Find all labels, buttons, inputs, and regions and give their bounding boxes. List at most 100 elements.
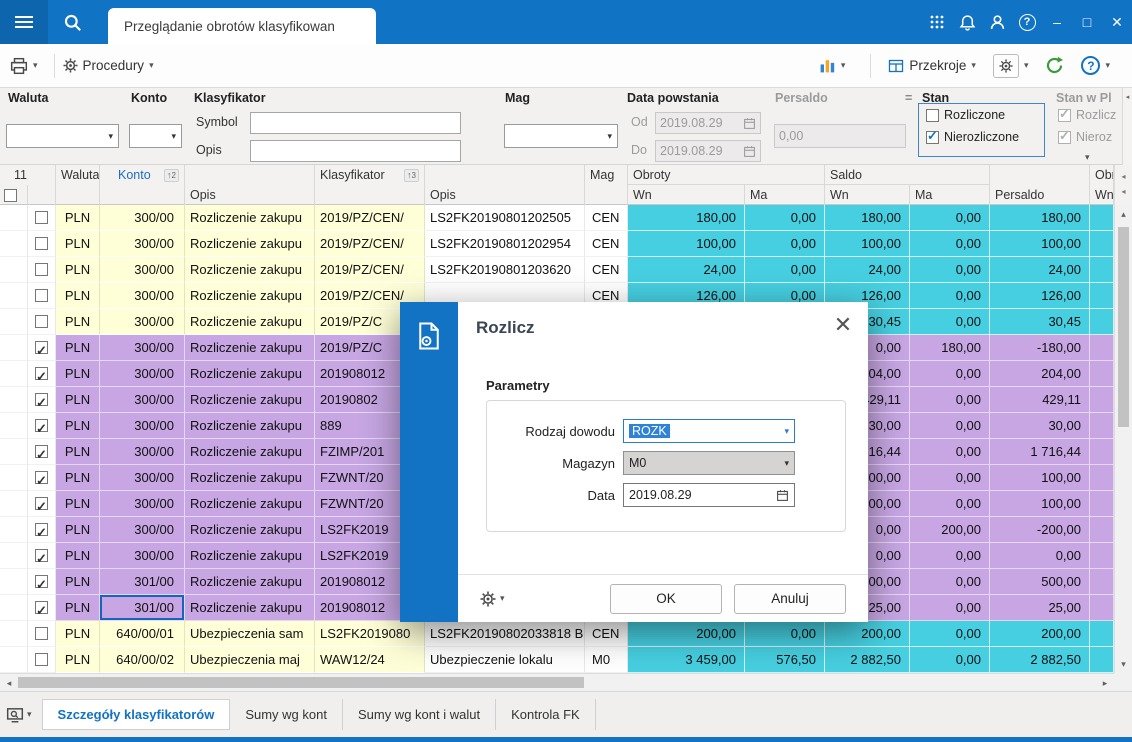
cell-per[interactable]: 100,00 (990, 491, 1090, 517)
cell-obr2[interactable] (1090, 517, 1114, 543)
horizontal-scroll-thumb[interactable] (18, 677, 584, 688)
cell-salma[interactable]: 0,00 (910, 569, 990, 595)
ok-button[interactable]: OK (610, 583, 722, 614)
cell-obr2[interactable] (1090, 231, 1114, 257)
cell-obrma[interactable]: 0,00 (745, 231, 825, 257)
row-checkbox[interactable] (35, 338, 48, 360)
cell-obr2[interactable] (1090, 543, 1114, 569)
cell-per[interactable]: 100,00 (990, 465, 1090, 491)
column-header-obr-truncated[interactable]: Obr (1090, 165, 1114, 185)
cell-wal[interactable]: PLN (56, 647, 100, 673)
cell-opis[interactable]: Rozliczenie zakupu (185, 309, 315, 335)
cell-opis2[interactable]: LS2FK20190802033818 BC (425, 621, 585, 647)
column-header-opis[interactable]: Opis (185, 185, 315, 205)
cell-opis2[interactable]: LS2FK20190801202505 (425, 205, 585, 231)
cell-chk[interactable] (28, 595, 56, 621)
cell-opis2[interactable]: LS2FK20190801203620 (425, 257, 585, 283)
user-account-button[interactable] (982, 0, 1012, 44)
nierozliczone-checkbox[interactable] (926, 128, 939, 144)
view-options-button[interactable]: ▾ (6, 706, 32, 724)
cell-opis[interactable]: Rozliczenie zakupu (185, 595, 315, 621)
cell-chk[interactable] (28, 413, 56, 439)
cell-wal[interactable]: PLN (56, 231, 100, 257)
cell-chk[interactable] (28, 283, 56, 309)
scroll-left-icon[interactable]: ◂ (0, 674, 18, 692)
cell-wal[interactable]: PLN (56, 517, 100, 543)
cell-mag[interactable]: CEN (585, 205, 628, 231)
table-row[interactable]: PLN 300/00 Rozliczenie zakupu 2019/PZ/CEN/L… (0, 205, 1114, 231)
cell-konto[interactable]: 300/00 (100, 231, 185, 257)
cell-per[interactable]: 0,00 (990, 543, 1090, 569)
chart-view-button[interactable]: ▾ (819, 57, 845, 74)
apps-grid-button[interactable] (922, 0, 952, 44)
opis-filter-input[interactable] (250, 140, 461, 162)
cell-salma[interactable]: 0,00 (910, 205, 990, 231)
tab-sumy-wg-kont-i-walut[interactable]: Sumy wg kont i walut (343, 699, 497, 730)
column-group-saldo[interactable]: Saldo (825, 165, 990, 185)
cell-obrwn[interactable]: 24,00 (628, 257, 745, 283)
cell-obr2[interactable] (1090, 647, 1114, 673)
hamburger-menu-button[interactable] (0, 0, 48, 44)
cell-opis[interactable]: Rozliczenie zakupu (185, 335, 315, 361)
cell-obrma[interactable]: 0,00 (745, 621, 825, 647)
cell-chk[interactable] (28, 569, 56, 595)
cell-konto[interactable]: 300/00 (100, 543, 185, 569)
cell-ind[interactable] (0, 361, 28, 387)
cell-per[interactable]: 30,00 (990, 413, 1090, 439)
cell-ind[interactable] (0, 647, 28, 673)
row-checkbox[interactable] (35, 390, 48, 412)
row-checkbox[interactable] (35, 598, 48, 620)
cell-obr2[interactable] (1090, 309, 1114, 335)
cell-konto[interactable]: 300/00 (100, 491, 185, 517)
cell-opis[interactable]: Rozliczenie zakupu (185, 543, 315, 569)
row-checkbox[interactable] (35, 627, 48, 640)
cell-konto[interactable]: 300/00 (100, 517, 185, 543)
dialog-options-button[interactable]: ▾ (480, 591, 505, 607)
cell-konto[interactable]: 300/00 (100, 205, 185, 231)
select-all-checkbox[interactable] (4, 188, 17, 202)
close-window-button[interactable]: ✕ (1102, 0, 1132, 44)
do-date-input[interactable]: 2019.08.29 (655, 140, 761, 162)
cell-salma[interactable]: 0,00 (910, 309, 990, 335)
context-help-button[interactable]: ? ▾ (1081, 56, 1110, 75)
minimize-button[interactable]: – (1042, 0, 1072, 44)
equals-operator-icon[interactable]: = (905, 91, 912, 105)
cell-opis[interactable]: Rozliczenie zakupu (185, 283, 315, 309)
cell-ind[interactable] (0, 569, 28, 595)
cell-ind[interactable] (0, 205, 28, 231)
cell-obr2[interactable] (1090, 257, 1114, 283)
column-header-obroty-wn[interactable]: Wn (628, 185, 745, 205)
column-header-saldo-wn[interactable]: Wn (825, 185, 910, 205)
rodzaj-dowodu-select[interactable]: ROZK ▾ (623, 419, 795, 443)
cell-wal[interactable]: PLN (56, 543, 100, 569)
cell-opis[interactable]: Rozliczenie zakupu (185, 413, 315, 439)
row-checkbox[interactable] (35, 572, 48, 594)
column-header-obr-wn[interactable]: Wn (1090, 185, 1114, 205)
cell-chk[interactable] (28, 621, 56, 647)
cell-per[interactable]: 200,00 (990, 621, 1090, 647)
konto-filter-combo[interactable]: ▾ (129, 124, 182, 148)
od-date-input[interactable]: 2019.08.29 (655, 112, 761, 134)
cell-chk[interactable] (28, 491, 56, 517)
cell-konto[interactable]: 300/00 (100, 465, 185, 491)
cell-salwn[interactable]: 2 882,50 (825, 647, 910, 673)
cell-chk[interactable] (28, 205, 56, 231)
cell-chk[interactable] (28, 361, 56, 387)
vertical-scroll-thumb[interactable] (1118, 227, 1129, 427)
cell-konto[interactable]: 300/00 (100, 387, 185, 413)
cell-salma[interactable]: 0,00 (910, 413, 990, 439)
cell-obrwn[interactable]: 100,00 (628, 231, 745, 257)
notifications-button[interactable] (952, 0, 982, 44)
cell-salma[interactable]: 0,00 (910, 361, 990, 387)
cell-salma[interactable]: 0,00 (910, 465, 990, 491)
cell-salma[interactable]: 0,00 (910, 231, 990, 257)
cell-obr2[interactable] (1090, 413, 1114, 439)
cell-ind[interactable] (0, 517, 28, 543)
column-header-konto[interactable]: Konto ↑ 2 (100, 165, 185, 185)
cell-mag[interactable]: M0 (585, 647, 628, 673)
vertical-scrollbar[interactable]: ▴ ▾ (1114, 205, 1132, 673)
column-header-klasyfikator[interactable]: Klasyfikator ↑ 3 (315, 165, 425, 185)
rozliczone-checkbox-row[interactable]: Rozliczone (926, 108, 1005, 122)
cell-ind[interactable] (0, 283, 28, 309)
cell-opis[interactable]: Rozliczenie zakupu (185, 387, 315, 413)
